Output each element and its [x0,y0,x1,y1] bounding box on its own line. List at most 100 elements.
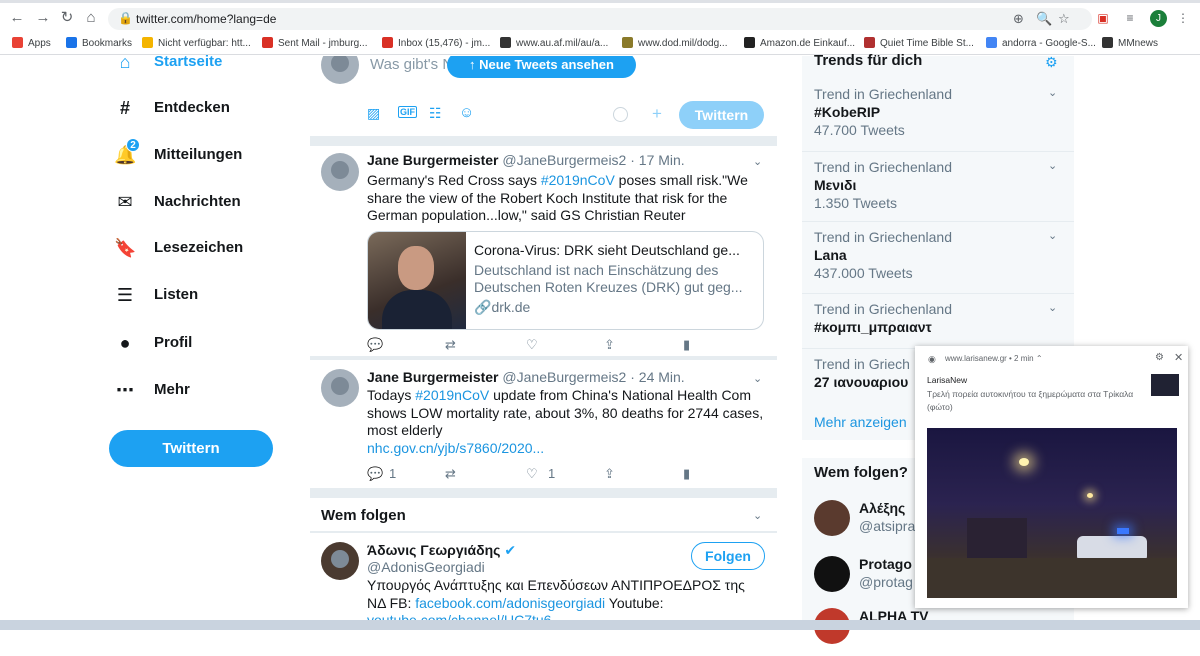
chevron-down-icon[interactable]: ⌄ [753,509,762,522]
bookmark-item[interactable]: MMnews [1102,37,1158,49]
author-name[interactable]: Jane Burgermeister [367,369,499,385]
bookmark-item[interactable]: Bookmarks [66,37,132,49]
notification-title: LarisaNew [927,375,968,385]
tweet-composer: Was gibt's N ↑ Neue Tweets ansehen ▨ GIF… [310,56,777,136]
person-name[interactable]: Άδωνις Γεωργιάδης [367,542,500,558]
chevron-down-icon[interactable]: ⌄ [1048,229,1057,242]
bookmark-favicon-icon [500,37,511,48]
tweet-header: Jane Burgermeister @JaneBurgermeis2 · 24… [367,369,685,385]
follow-suggestion[interactable]: Άδωνις Γεωργιάδης ✔ @AdonisGeorgiadi Fol… [310,533,777,630]
emoji-icon[interactable]: ☺ [459,104,474,121]
extension-icon[interactable]: ▣ [1095,10,1111,26]
bookmark-item[interactable]: Sent Mail - jmburg... [262,37,367,49]
bookmark-favicon-icon [66,37,77,48]
author-name[interactable]: Jane Burgermeister [367,152,499,168]
submit-tweet-button[interactable]: Twittern [679,101,764,129]
reload-icon[interactable]: ↻ [58,9,76,27]
home-browser-icon[interactable]: ⌂ [82,9,100,27]
analytics-icon[interactable]: ▮ [683,466,690,482]
bookmark-item[interactable]: www.au.af.mil/au/a... [500,37,608,49]
chevron-down-icon[interactable]: ⌄ [753,372,762,385]
new-tweets-button[interactable]: ↑ Neue Tweets ansehen [447,56,636,78]
follow-button[interactable]: Folgen [691,542,765,570]
notification-popup[interactable]: ◉ www.larisanew.gr • 2 min ⌃ ⚙ ✕ LarisaN… [915,346,1188,608]
poll-icon[interactable]: ☷ [429,105,442,122]
tweet[interactable]: Jane Burgermeister @JaneBurgermeis2 · 24… [310,360,777,488]
follow-suggestion[interactable]: ALPHA TV [802,606,1074,656]
nav-label: Listen [154,286,199,303]
close-icon[interactable]: ✕ [1174,351,1183,364]
profile-avatar[interactable]: J [1150,10,1167,27]
bookmark-label: Inbox (15,476) - jm... [398,38,491,49]
trend-item[interactable]: Trend in Griechenland Lana 437.000 Tweets ⌄ [814,229,1064,281]
image-icon[interactable]: ▨ [367,105,380,122]
avatar[interactable] [321,153,359,191]
trend-item[interactable]: Trend in Griechenland Μενιδι 1.350 Tweets ⌄ [814,159,1064,211]
section-title: Wem folgen [321,507,406,524]
link-card[interactable]: Corona-Virus: DRK sieht Deutschland ge..… [367,231,764,330]
bookmark-item[interactable]: Apps [12,37,51,49]
trend-name: Lana [814,247,847,263]
tweet-link[interactable]: nhc.gov.cn/yjb/s7860/2020... [367,440,544,456]
add-tweet-icon[interactable]: + [652,104,662,124]
media-icon[interactable]: ≡ [1122,10,1138,26]
gif-icon[interactable]: GIF [398,106,417,118]
chevron-down-icon[interactable]: ⌄ [753,155,762,168]
bookmark-item[interactable]: andorra - Google-S... [986,37,1096,49]
retweet-icon[interactable]: ⇄ [445,337,456,353]
url-text: twitter.com/home?lang=de [136,12,277,26]
person-name[interactable]: Αλέξης [859,500,905,516]
bookmark-label: Bookmarks [82,38,133,49]
suggestion-name[interactable]: Άδωνις Γεωργιάδης ✔ [367,542,516,559]
tweet-text-part: Todays [367,387,416,403]
retweet-icon[interactable]: ⇄ [445,466,456,482]
profile-icon: ● [119,333,131,353]
tweet-button[interactable]: Twittern [109,430,273,467]
bookmark-item[interactable]: Nicht verfügbar: htt... [142,37,251,49]
bookmark-item[interactable]: www.dod.mil/dodg... [622,37,728,49]
avatar[interactable] [814,556,850,592]
settings-icon[interactable]: ⚙ [1155,352,1164,363]
char-counter [613,107,628,122]
avatar[interactable] [814,500,850,536]
bio-link[interactable]: facebook.com/adonisgeorgiadi [415,595,605,611]
star-icon[interactable]: ☆ [1058,11,1070,27]
analytics-icon[interactable]: ▮ [683,337,690,353]
chevron-down-icon[interactable]: ⌄ [1048,159,1057,172]
bookmark-item[interactable]: Quiet Time Bible St... [864,37,974,49]
trend-item[interactable]: Trend in Griechenland #KobeRIP 47.700 Twee… [814,86,1064,138]
chevron-down-icon[interactable]: ⌄ [1048,86,1057,99]
tweet-header: Jane Burgermeister @JaneBurgermeis2 · 17… [367,152,685,168]
tweet[interactable]: Jane Burgermeister @JaneBurgermeis2 · 17… [310,146,777,356]
hashtag-link[interactable]: #2019nCoV [541,172,615,188]
back-icon[interactable]: ← [8,9,26,27]
like-icon[interactable]: ♡ [526,466,538,482]
avatar [321,56,359,84]
settings-gear-icon[interactable]: ⚙ [1045,54,1058,71]
avatar[interactable] [321,369,359,407]
reply-icon[interactable]: 💬 [367,466,383,482]
share-icon[interactable]: ⇪ [604,337,615,353]
list-icon: ☰ [116,285,134,305]
bookmark-item[interactable]: Inbox (15,476) - jm... [382,37,490,49]
add-icon[interactable]: ⊕ [1013,11,1024,27]
composer-input[interactable]: Was gibt's N [370,56,453,73]
person-name[interactable]: Protago [859,556,912,572]
trend-name: #KobeRIP [814,104,881,120]
share-icon[interactable]: ⇪ [604,466,615,482]
card-title: Corona-Virus: DRK sieht Deutschland ge..… [474,242,740,258]
menu-icon[interactable]: ⋮ [1175,10,1191,26]
show-more-link[interactable]: Mehr anzeigen [814,414,907,430]
card-domain: 🔗drk.de [474,299,530,316]
trend-item[interactable]: Trend in Griechenland #κομπι_μπραιαντ ⌄ [814,301,1064,335]
hashtag-link[interactable]: #2019nCoV [415,387,489,403]
zoom-icon[interactable]: 🔍 [1036,11,1052,27]
bookmark-item[interactable]: Amazon.de Einkauf... [744,37,855,49]
address-bar[interactable]: 🔒 twitter.com/home?lang=de ⊕ 🔍 ☆ [108,8,1092,30]
avatar[interactable] [321,542,359,580]
reply-icon[interactable]: 💬 [367,337,383,353]
os-taskbar [0,620,1200,630]
forward-icon[interactable]: → [34,9,52,27]
like-icon[interactable]: ♡ [526,337,538,353]
chevron-down-icon[interactable]: ⌄ [1048,301,1057,314]
